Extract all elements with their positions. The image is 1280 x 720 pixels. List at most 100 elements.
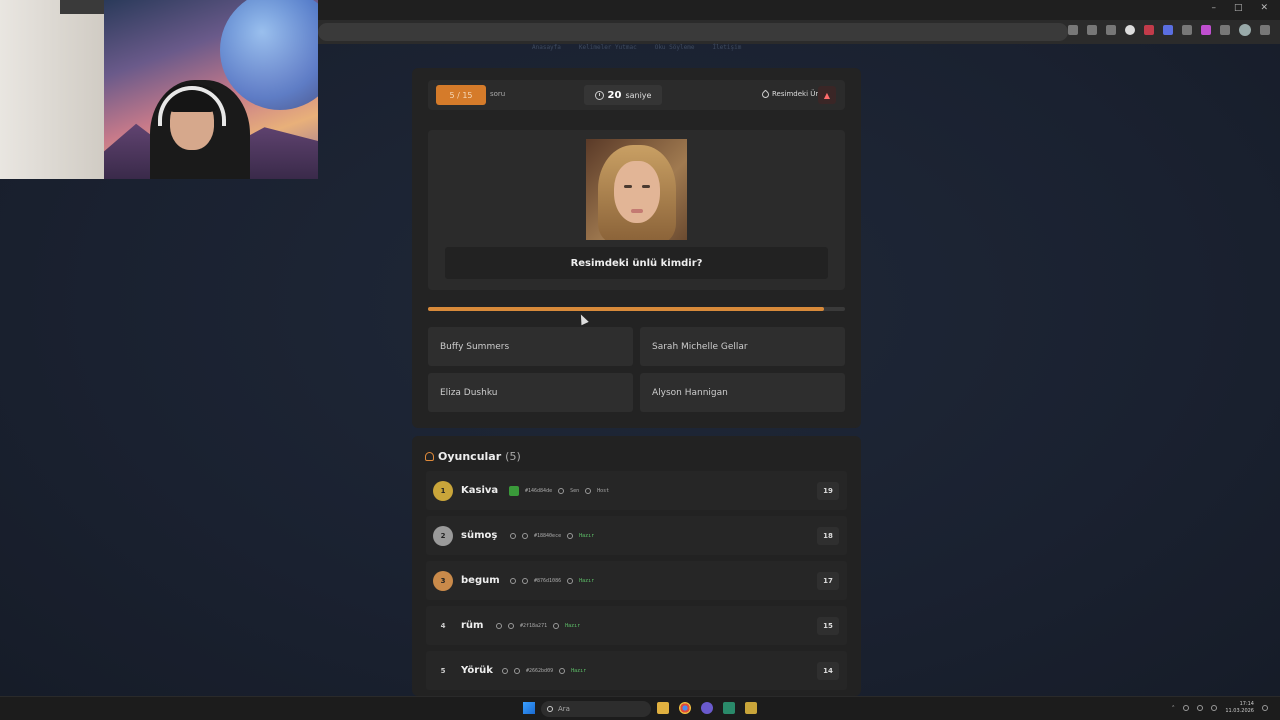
player-name: rüm (461, 620, 484, 631)
microphone-icon[interactable] (1183, 705, 1190, 711)
windows-start-icon[interactable] (523, 702, 535, 714)
check-icon (567, 577, 574, 584)
timer-progress-fill (428, 307, 825, 311)
player-row: 3 begum #876d1086 Hazır 17 (426, 561, 847, 600)
user-icon (558, 487, 565, 494)
answer-option-3[interactable]: Eliza Dushku (428, 373, 633, 412)
timer-progress-bar (428, 307, 845, 311)
menu-icon[interactable] (1260, 25, 1270, 35)
player-id: #2662bd09 (526, 667, 554, 674)
rank-badge: 1 (433, 480, 453, 501)
file-explorer-icon[interactable] (657, 702, 669, 714)
webcam-shelf (60, 0, 110, 14)
app-green-icon[interactable] (723, 702, 735, 714)
clock-date: 11.03.2026 (1225, 708, 1254, 714)
nav-item-home[interactable]: Anasayfa (532, 44, 561, 51)
screen-share-icon[interactable] (1068, 25, 1078, 35)
warning-icon: ▲ (823, 90, 831, 100)
ext-circle-icon[interactable] (1125, 25, 1135, 35)
taskbar-search[interactable]: Ara (541, 701, 651, 717)
rank-badge: 5 (440, 666, 446, 675)
player-row: 2 sümoş #18840ece Hazır 18 (426, 516, 847, 555)
player-score: 17 (817, 571, 839, 590)
question-box: Resimdeki ünlü kimdir? (428, 130, 845, 290)
player-meta: #876d1086 Hazır (510, 577, 595, 584)
ext-pink-icon[interactable] (1201, 25, 1211, 35)
category-label: Resimdeki Ünlü (760, 89, 826, 99)
ext-pencil-icon[interactable] (1182, 25, 1192, 35)
rank-badge: 2 (433, 525, 453, 546)
maximize-button[interactable]: □ (1234, 3, 1243, 13)
user-icon (502, 667, 508, 674)
window-controls: – □ ✕ (1211, 3, 1268, 13)
kick-icon[interactable] (522, 577, 528, 584)
celebrity-photo (586, 139, 687, 240)
minimize-button[interactable]: – (1211, 3, 1216, 13)
player-name: Yörük (461, 665, 493, 676)
kick-icon[interactable] (522, 532, 528, 539)
report-button[interactable]: ▲ (818, 86, 836, 104)
close-button[interactable]: ✕ (1260, 3, 1268, 13)
ext-blue-icon[interactable] (1163, 25, 1173, 35)
nav-item-contact[interactable]: İletişim (712, 44, 741, 51)
answer-option-1[interactable]: Buffy Summers (428, 327, 633, 366)
clock-icon (594, 90, 604, 100)
system-tray: ⌃ 17:14 11.03.2026 (1171, 701, 1268, 715)
address-bar[interactable] (318, 23, 1068, 41)
profile-avatar-icon[interactable] (1239, 24, 1251, 36)
you-tag: Sen (570, 487, 580, 494)
question-header: 5 / 15 soru 20 saniye Resimdeki Ünlü ▲ (428, 80, 845, 110)
taskbar-search-placeholder: Ara (558, 705, 570, 713)
check-icon (559, 667, 566, 674)
player-id: #2f18a271 (520, 622, 548, 629)
nav-item-read[interactable]: Oku Söyleme (655, 44, 695, 51)
players-title: Oyuncular (5) (425, 450, 521, 463)
ext-u-icon[interactable] (1106, 25, 1116, 35)
player-meta: #2f18a271 Hazır (496, 622, 581, 629)
rank-badge: 3 (433, 570, 453, 591)
host-tag: Host (597, 487, 610, 494)
kick-icon[interactable] (514, 667, 520, 674)
ready-status: Hazır (579, 577, 595, 584)
player-row: 1 Kasiva #146d84de Sen Host 19 (426, 471, 847, 510)
question-counter: 5 / 15 (436, 85, 486, 105)
volume-icon[interactable] (1211, 705, 1218, 711)
network-icon[interactable] (1197, 705, 1204, 711)
question-word: soru (490, 90, 506, 98)
player-name: sümoş (461, 530, 498, 541)
clock[interactable]: 17:14 11.03.2026 (1225, 701, 1254, 715)
search-icon (547, 706, 553, 712)
ext-red-icon[interactable] (1144, 25, 1154, 35)
user-icon (510, 532, 516, 539)
puzzle-icon[interactable] (1220, 25, 1230, 35)
site-nav: Anasayfa Kelimeler Yutmac Oku Söyleme İl… (532, 44, 741, 51)
player-score: 14 (817, 661, 839, 680)
chevron-up-icon[interactable]: ⌃ (1171, 705, 1175, 711)
player-meta: #18840ece Hazır (510, 532, 595, 539)
star-icon[interactable] (1087, 25, 1097, 35)
photo-lips (631, 209, 643, 213)
notification-icon[interactable] (1262, 705, 1268, 711)
nav-item-words[interactable]: Kelimeler Yutmac (579, 44, 637, 51)
chrome-icon[interactable] (679, 702, 691, 714)
player-score: 18 (817, 526, 839, 545)
ready-status: Hazır (565, 622, 581, 629)
kick-icon[interactable] (508, 622, 514, 629)
answer-option-4[interactable]: Alyson Hannigan (640, 373, 845, 412)
taskbar: Ara ⌃ 17:14 11.03.2026 (0, 696, 1280, 720)
rank-badge: 4 (440, 621, 446, 630)
check-icon (553, 622, 560, 629)
discord-icon[interactable] (701, 702, 713, 714)
player-score: 19 (817, 481, 839, 500)
player-name: begum (461, 575, 500, 586)
answer-option-2[interactable]: Sarah Michelle Gellar (640, 327, 845, 366)
host-icon (585, 487, 592, 494)
app-yellow-icon[interactable] (745, 702, 757, 714)
players-title-text: Oyuncular (438, 450, 502, 463)
answer-grid: Buffy Summers Sarah Michelle Gellar Eliz… (428, 327, 845, 412)
player-row: 5 Yörük #2662bd09 Hazır 14 (426, 651, 847, 690)
ready-status: Hazır (579, 532, 595, 539)
players-count: (5) (505, 450, 521, 463)
users-icon (425, 452, 434, 461)
photo-face (614, 161, 660, 223)
